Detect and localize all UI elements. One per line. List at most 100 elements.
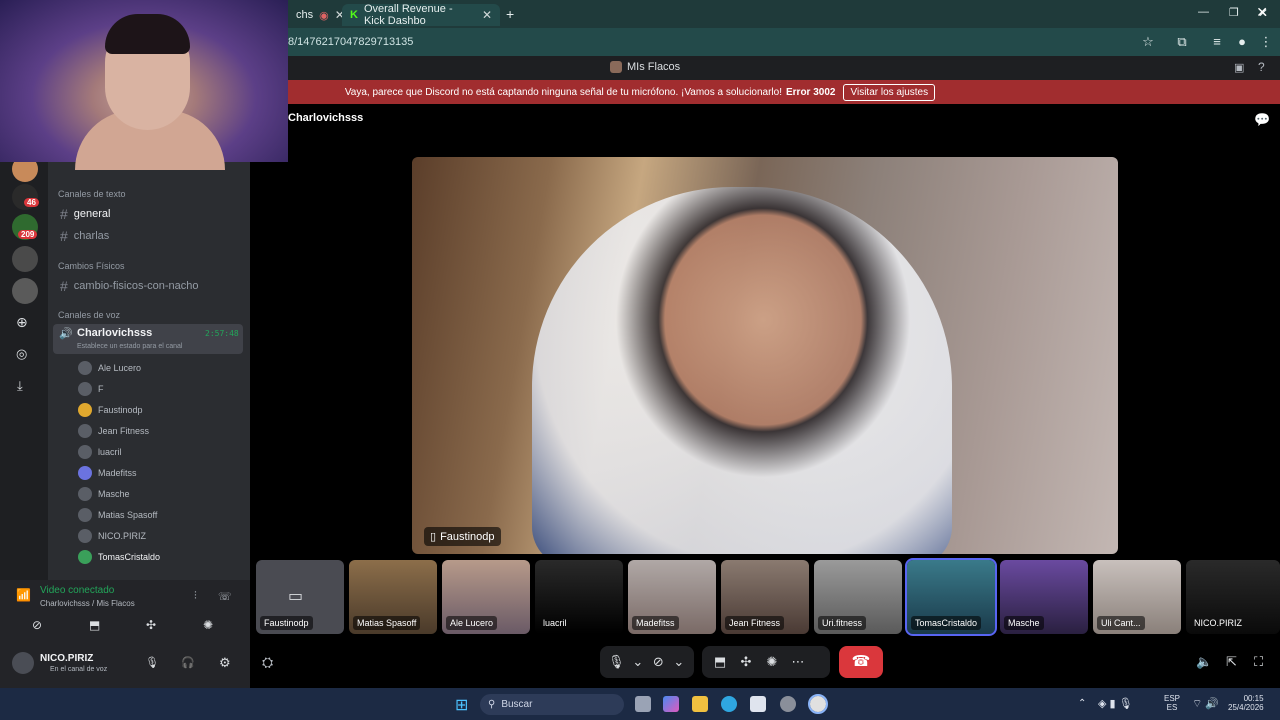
voice-user[interactable]: Madefitss	[78, 466, 137, 480]
participant-tile[interactable]: Madefitss	[628, 560, 716, 634]
participant-tile[interactable]: Uri.fitness	[814, 560, 902, 634]
activity-icon[interactable]: ✣	[146, 618, 156, 632]
popout-icon[interactable]: ⇱	[1226, 654, 1237, 670]
participant-tile[interactable]: Matias Spasoff	[349, 560, 437, 634]
windows-start-icon[interactable]: ⊞	[455, 695, 468, 715]
main-video-stream[interactable]: ▯ Faustinodp	[412, 157, 1118, 554]
server-icon[interactable]	[12, 246, 38, 272]
tray-icons[interactable]: ◈ ▮ 🎙	[1098, 697, 1133, 710]
app-icon[interactable]	[780, 696, 796, 712]
bookmark-star-icon[interactable]: ☆	[1140, 34, 1156, 50]
voice-user-name: F	[98, 384, 104, 394]
profile-icon[interactable]: ●	[1234, 34, 1250, 50]
media-control-icon[interactable]: ≡	[1209, 34, 1225, 50]
minimize-icon[interactable]: —	[1198, 6, 1209, 18]
participant-name: Faustinodp	[260, 616, 313, 630]
voice-timer: 2:57:48	[205, 329, 239, 338]
chevron-up-icon[interactable]: ⌃	[1078, 698, 1086, 709]
camera-off-icon[interactable]: ⊘	[32, 618, 42, 632]
disconnect-icon[interactable]: ☏	[218, 590, 232, 603]
network-volume-icons[interactable]: ⌔ 🔊	[1192, 697, 1219, 711]
voice-channel-path[interactable]: Charlovichsss / Mis Flacos	[40, 599, 135, 608]
microphone-icon[interactable]: 🎙	[145, 656, 159, 669]
visit-settings-button[interactable]: Visitar los ajustes	[843, 83, 936, 101]
category-voice-channels[interactable]: Canales de voz	[58, 310, 120, 320]
server-icon[interactable]	[12, 278, 38, 304]
more-options-icon[interactable]: ⋯	[788, 652, 808, 672]
volume-icon[interactable]: 🔈	[1196, 654, 1212, 670]
copilot-icon[interactable]	[663, 696, 679, 712]
channel-name: cambio-fisicos-con-nacho	[73, 280, 199, 292]
noise-suppression-icon[interactable]: ⫶	[194, 590, 197, 603]
language-sub: ES	[1166, 703, 1178, 712]
close-banner-icon[interactable]: ✕	[1256, 4, 1268, 21]
voice-user[interactable]: Jean Fitness	[78, 424, 149, 438]
participant-tile[interactable]: Jean Fitness	[721, 560, 809, 634]
url-field[interactable]: 8/1476217047829713135	[288, 33, 413, 51]
activity-icon[interactable]: ✣	[736, 652, 756, 672]
channel-general[interactable]: # general	[60, 206, 111, 222]
soundboard-icon[interactable]: ✺	[762, 652, 782, 672]
taskbar-search[interactable]: ⚲ Buscar	[480, 694, 624, 715]
category-text-channels[interactable]: Canales de texto	[58, 189, 126, 199]
participant-tile[interactable]: ▭ Faustinodp	[256, 560, 344, 634]
hashtag-icon: #	[60, 206, 68, 222]
soundboard-icon[interactable]: ✺	[203, 618, 213, 632]
participant-name: Matias Spasoff	[353, 616, 421, 630]
restore-icon[interactable]: ❐	[1229, 6, 1239, 19]
microphone-icon[interactable]: 🎙	[608, 652, 625, 672]
camera-off-icon[interactable]: ⊘	[651, 652, 666, 672]
channel-charlas[interactable]: # charlas	[60, 228, 109, 244]
channel-cambio-fisicos[interactable]: # cambio-fisicos-con-nacho	[60, 278, 199, 294]
activities-icon[interactable]: ⛭	[262, 654, 273, 671]
task-view-icon[interactable]	[635, 696, 651, 712]
discover-icon[interactable]: ◎	[16, 346, 27, 362]
browser-menu-icon[interactable]: ⋮	[1258, 34, 1274, 50]
edge-icon[interactable]	[721, 696, 737, 712]
screen-share-icon[interactable]: ⬒	[710, 652, 730, 672]
inbox-icon[interactable]: ▣	[1234, 61, 1244, 74]
tab-previous[interactable]: chs ◉ ✕	[288, 4, 345, 26]
add-server-icon[interactable]: ⊕	[16, 314, 28, 331]
chrome-icon[interactable]	[808, 694, 828, 714]
participant-tile[interactable]: NICO.PIRIZ	[1186, 560, 1280, 634]
voice-user[interactable]: Faustinodp	[78, 403, 143, 417]
voice-user[interactable]: Matias Spasoff	[78, 508, 157, 522]
participant-tile[interactable]: Ale Lucero	[442, 560, 530, 634]
voice-user[interactable]: F	[78, 382, 104, 396]
extensions-icon[interactable]: ⧉	[1174, 34, 1190, 50]
gear-icon[interactable]: ⚙	[219, 655, 231, 671]
participant-tile-selected[interactable]: TomasCristaldo	[905, 558, 997, 636]
voice-user[interactable]: NICO.PIRIZ	[78, 529, 146, 543]
voice-user[interactable]: luacril	[78, 445, 122, 459]
help-icon[interactable]: ?	[1258, 60, 1265, 74]
tab-kick-dashboard[interactable]: K Overall Revenue - Kick Dashbo ✕	[342, 3, 500, 27]
voice-channel-status[interactable]: Establece un estado para el canal	[77, 343, 182, 350]
close-icon[interactable]: ✕	[482, 8, 492, 22]
server-icon[interactable]: 209	[12, 214, 38, 240]
disconnect-call-button[interactable]: ☎	[839, 646, 883, 678]
clock[interactable]: 00:15 25/4/2026	[1228, 694, 1264, 712]
server-icon[interactable]: 46	[12, 184, 39, 210]
headphones-icon[interactable]: 🎧	[181, 656, 195, 669]
avatar[interactable]	[12, 652, 34, 674]
screen-share-icon[interactable]: ⬒	[89, 618, 100, 632]
fullscreen-icon[interactable]: ⛶	[1254, 654, 1263, 670]
voice-user[interactable]: Ale Lucero	[78, 361, 141, 375]
language-indicator[interactable]: ESP ES	[1164, 694, 1180, 712]
banner-message: Vaya, parece que Discord no está captand…	[344, 86, 782, 98]
store-icon[interactable]	[750, 696, 766, 712]
chat-icon[interactable]: 💬	[1254, 112, 1270, 128]
download-icon[interactable]: ⤓	[17, 378, 23, 394]
voice-channel-active[interactable]: 🔊 Charlovichsss 2:57:48 Establece un est…	[53, 324, 243, 354]
participant-tile[interactable]: Masche	[1000, 560, 1088, 634]
voice-user[interactable]: TomasCristaldo	[78, 550, 160, 564]
new-tab-button[interactable]: +	[506, 6, 514, 22]
category-cambios-fisicos[interactable]: Cambios Físicos	[58, 261, 125, 271]
file-explorer-icon[interactable]	[692, 696, 708, 712]
participant-tile[interactable]: luacril	[535, 560, 623, 634]
voice-user[interactable]: Masche	[78, 487, 130, 501]
participant-tile[interactable]: Uli Cant...	[1093, 560, 1181, 634]
chevron-down-icon[interactable]: ⌄	[631, 652, 646, 672]
chevron-down-icon[interactable]: ⌄	[672, 652, 687, 672]
